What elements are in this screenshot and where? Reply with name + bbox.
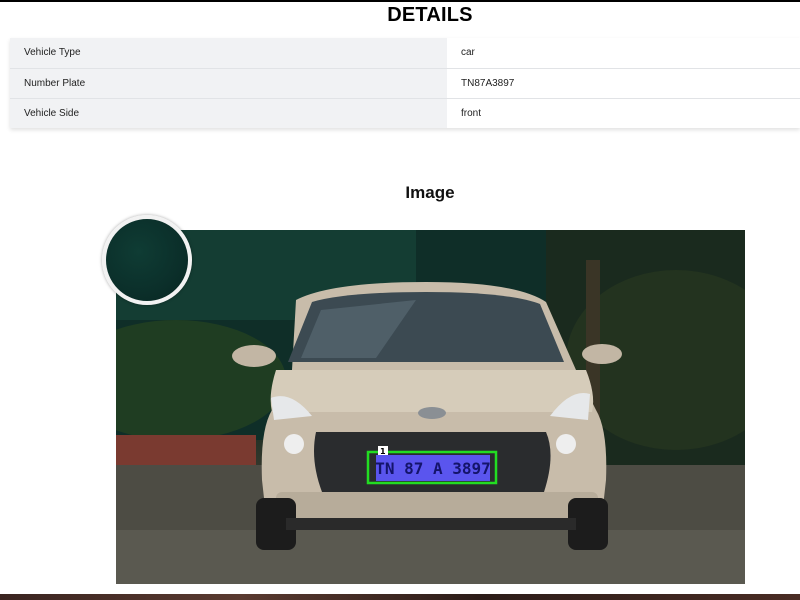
row-label: Vehicle Side xyxy=(10,98,447,128)
table-row: Vehicle Side front xyxy=(10,98,800,128)
row-value: car xyxy=(447,38,800,68)
zoom-lens[interactable] xyxy=(102,215,192,305)
top-divider xyxy=(0,0,800,2)
image-heading: Image xyxy=(405,183,455,202)
bottom-strip xyxy=(0,594,800,600)
row-value: front xyxy=(447,98,800,128)
row-label: Number Plate xyxy=(10,68,447,98)
table-row: Vehicle Type car xyxy=(10,38,800,68)
table-row: Number Plate TN87A3897 xyxy=(10,68,800,98)
vehicle-photo: TN 87 A 3897 1 xyxy=(116,230,745,584)
detection-label: 1 xyxy=(380,447,386,456)
details-title: DETAILS xyxy=(387,4,473,26)
plate-text: TN 87 A 3897 xyxy=(375,459,491,478)
row-value: TN87A3897 xyxy=(447,68,800,98)
details-table: Vehicle Type car Number Plate TN87A3897 … xyxy=(10,38,800,128)
row-label: Vehicle Type xyxy=(10,38,447,68)
